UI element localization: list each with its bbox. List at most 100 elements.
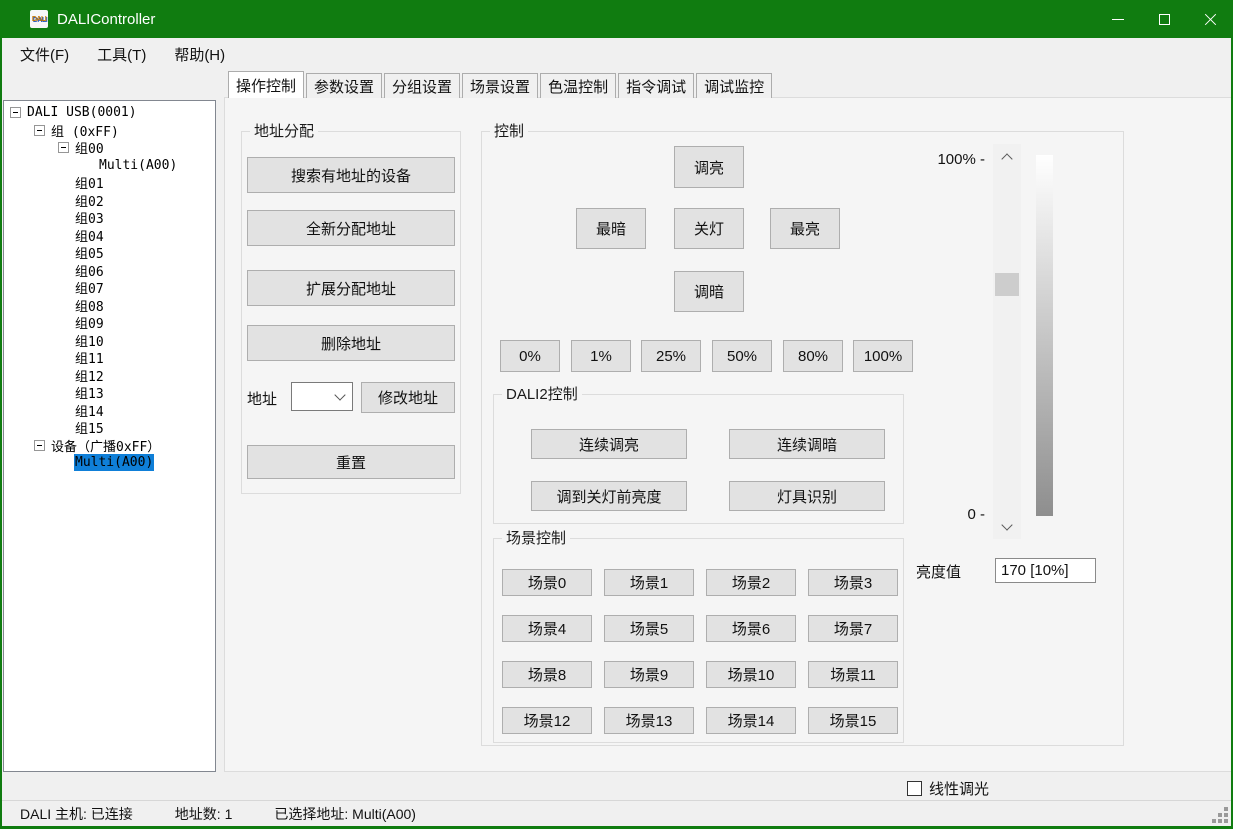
app-icon: DALI — [30, 10, 48, 28]
lamp-off-button[interactable]: 关灯 — [674, 208, 744, 249]
delete-address-button[interactable]: 删除地址 — [247, 325, 455, 361]
dim-up-button[interactable]: 调亮 — [674, 146, 744, 188]
tree-item-group14[interactable]: 组14 — [4, 402, 215, 420]
app-window: DALI DALIController 文件(F) 工具(T) 帮助(H) DA… — [0, 0, 1233, 829]
search-addressed-devices-button[interactable]: 搜索有地址的设备 — [247, 157, 455, 193]
scene-button-grid: 场景0 场景1 场景2 场景3 场景4 场景5 场景6 场景7 场景8 场景9 … — [502, 569, 898, 734]
tree-item-group05[interactable]: 组05 — [4, 244, 215, 262]
scene-5-button[interactable]: 场景5 — [604, 615, 694, 642]
tree-item-group01[interactable]: 组01 — [4, 174, 215, 192]
percent-0-button[interactable]: 0% — [500, 340, 560, 372]
menu-help[interactable]: 帮助(H) — [160, 39, 239, 70]
brightness-gradient-bar — [1036, 155, 1053, 516]
min-brightness-button[interactable]: 最暗 — [576, 208, 646, 249]
scene-1-button[interactable]: 场景1 — [604, 569, 694, 596]
collapse-icon[interactable] — [58, 142, 69, 153]
scene-2-button[interactable]: 场景2 — [706, 569, 796, 596]
tree-item-multi-a00-selected[interactable]: Multi(A00) — [4, 454, 215, 472]
scene-3-button[interactable]: 场景3 — [808, 569, 898, 596]
percent-100-button[interactable]: 100% — [853, 340, 913, 372]
scene-14-button[interactable]: 场景14 — [706, 707, 796, 734]
control-group-title: 控制 — [490, 122, 528, 141]
menu-tools[interactable]: 工具(T) — [83, 39, 160, 70]
scene-13-button[interactable]: 场景13 — [604, 707, 694, 734]
scene-0-button[interactable]: 场景0 — [502, 569, 592, 596]
tree-item-dali-usb[interactable]: DALI USB(0001) — [4, 104, 215, 122]
tree-item-group03[interactable]: 组03 — [4, 209, 215, 227]
scene-8-button[interactable]: 场景8 — [502, 661, 592, 688]
brightness-max-label: 100% - — [915, 151, 985, 168]
brightness-value-label: 亮度值 — [916, 561, 961, 582]
tree-item-group07[interactable]: 组07 — [4, 279, 215, 297]
close-button[interactable] — [1187, 0, 1233, 38]
scene-10-button[interactable]: 场景10 — [706, 661, 796, 688]
tree-item-group02[interactable]: 组02 — [4, 192, 215, 210]
tree-item-group11[interactable]: 组11 — [4, 349, 215, 367]
maximize-button[interactable] — [1141, 0, 1187, 38]
tab-page-operation-control: 地址分配 搜索有地址的设备 全新分配地址 扩展分配地址 删除地址 地址 修改地址… — [224, 97, 1233, 772]
continuous-dim-down-button[interactable]: 连续调暗 — [729, 429, 885, 459]
address-allocation-title: 地址分配 — [250, 122, 318, 141]
tab-grouping-settings[interactable]: 分组设置 — [384, 73, 460, 98]
brightness-value-field[interactable]: 170 [10%] — [995, 558, 1096, 583]
status-bar: DALI 主机: 已连接 地址数: 1 已选择地址: Multi(A00) — [2, 800, 1231, 826]
tab-debug-monitor[interactable]: 调试监控 — [696, 73, 772, 98]
percent-1-button[interactable]: 1% — [571, 340, 631, 372]
tab-color-temp-control[interactable]: 色温控制 — [540, 73, 616, 98]
tab-scene-settings[interactable]: 场景设置 — [462, 73, 538, 98]
brightness-min-label: 0 - — [915, 506, 985, 523]
brightness-scrollbar[interactable] — [993, 144, 1021, 539]
luminaire-identify-button[interactable]: 灯具识别 — [729, 481, 885, 511]
chevron-up-icon — [1001, 153, 1012, 164]
scene-11-button[interactable]: 场景11 — [808, 661, 898, 688]
modify-address-button[interactable]: 修改地址 — [361, 382, 455, 413]
dim-down-button[interactable]: 调暗 — [674, 271, 744, 312]
tree-item-group-root[interactable]: 组 (0xFF) — [4, 122, 215, 140]
tree-item-device-broadcast[interactable]: 设备（广播0xFF） — [4, 437, 215, 455]
goto-last-level-button[interactable]: 调到关灯前亮度 — [531, 481, 687, 511]
status-host: DALI 主机: 已连接 — [20, 804, 133, 824]
tree-item-group13[interactable]: 组13 — [4, 384, 215, 402]
scene-15-button[interactable]: 场景15 — [808, 707, 898, 734]
minimize-icon — [1112, 19, 1124, 20]
reset-button[interactable]: 重置 — [247, 445, 455, 479]
brightness-scrollbar-thumb[interactable] — [995, 273, 1019, 296]
collapse-icon[interactable] — [34, 440, 45, 451]
scene-9-button[interactable]: 场景9 — [604, 661, 694, 688]
collapse-icon[interactable] — [34, 125, 45, 136]
percent-25-button[interactable]: 25% — [641, 340, 701, 372]
tree-item-group00[interactable]: 组00 — [4, 139, 215, 157]
tree-item-group06[interactable]: 组06 — [4, 262, 215, 280]
scene-12-button[interactable]: 场景12 — [502, 707, 592, 734]
tree-item-group09[interactable]: 组09 — [4, 314, 215, 332]
linear-dimming-checkbox[interactable] — [907, 781, 922, 796]
address-combobox[interactable] — [291, 382, 353, 411]
menu-bar: 文件(F) 工具(T) 帮助(H) — [2, 38, 1231, 70]
menu-file[interactable]: 文件(F) — [6, 39, 83, 70]
max-brightness-button[interactable]: 最亮 — [770, 208, 840, 249]
tree-item-group15[interactable]: 组15 — [4, 419, 215, 437]
extend-assign-addresses-button[interactable]: 扩展分配地址 — [247, 270, 455, 306]
collapse-icon[interactable] — [10, 107, 21, 118]
title-bar: DALI DALIController — [0, 0, 1233, 38]
minimize-button[interactable] — [1095, 0, 1141, 38]
tree-item-group04[interactable]: 组04 — [4, 227, 215, 245]
percent-50-button[interactable]: 50% — [712, 340, 772, 372]
scroll-down-button[interactable] — [993, 518, 1021, 535]
scene-control-title: 场景控制 — [502, 529, 570, 548]
assign-new-addresses-button[interactable]: 全新分配地址 — [247, 210, 455, 246]
tree-item-group10[interactable]: 组10 — [4, 332, 215, 350]
tree-item-multi-a00[interactable]: Multi(A00) — [4, 157, 215, 175]
scene-4-button[interactable]: 场景4 — [502, 615, 592, 642]
tab-command-debug[interactable]: 指令调试 — [618, 73, 694, 98]
continuous-dim-up-button[interactable]: 连续调亮 — [531, 429, 687, 459]
scroll-up-button[interactable] — [993, 148, 1021, 165]
tab-parameter-settings[interactable]: 参数设置 — [306, 73, 382, 98]
tab-operation-control[interactable]: 操作控制 — [228, 71, 304, 98]
scene-7-button[interactable]: 场景7 — [808, 615, 898, 642]
scene-6-button[interactable]: 场景6 — [706, 615, 796, 642]
tree-item-group12[interactable]: 组12 — [4, 367, 215, 385]
percent-80-button[interactable]: 80% — [783, 340, 843, 372]
resize-grip[interactable] — [1224, 819, 1228, 823]
tree-item-group08[interactable]: 组08 — [4, 297, 215, 315]
